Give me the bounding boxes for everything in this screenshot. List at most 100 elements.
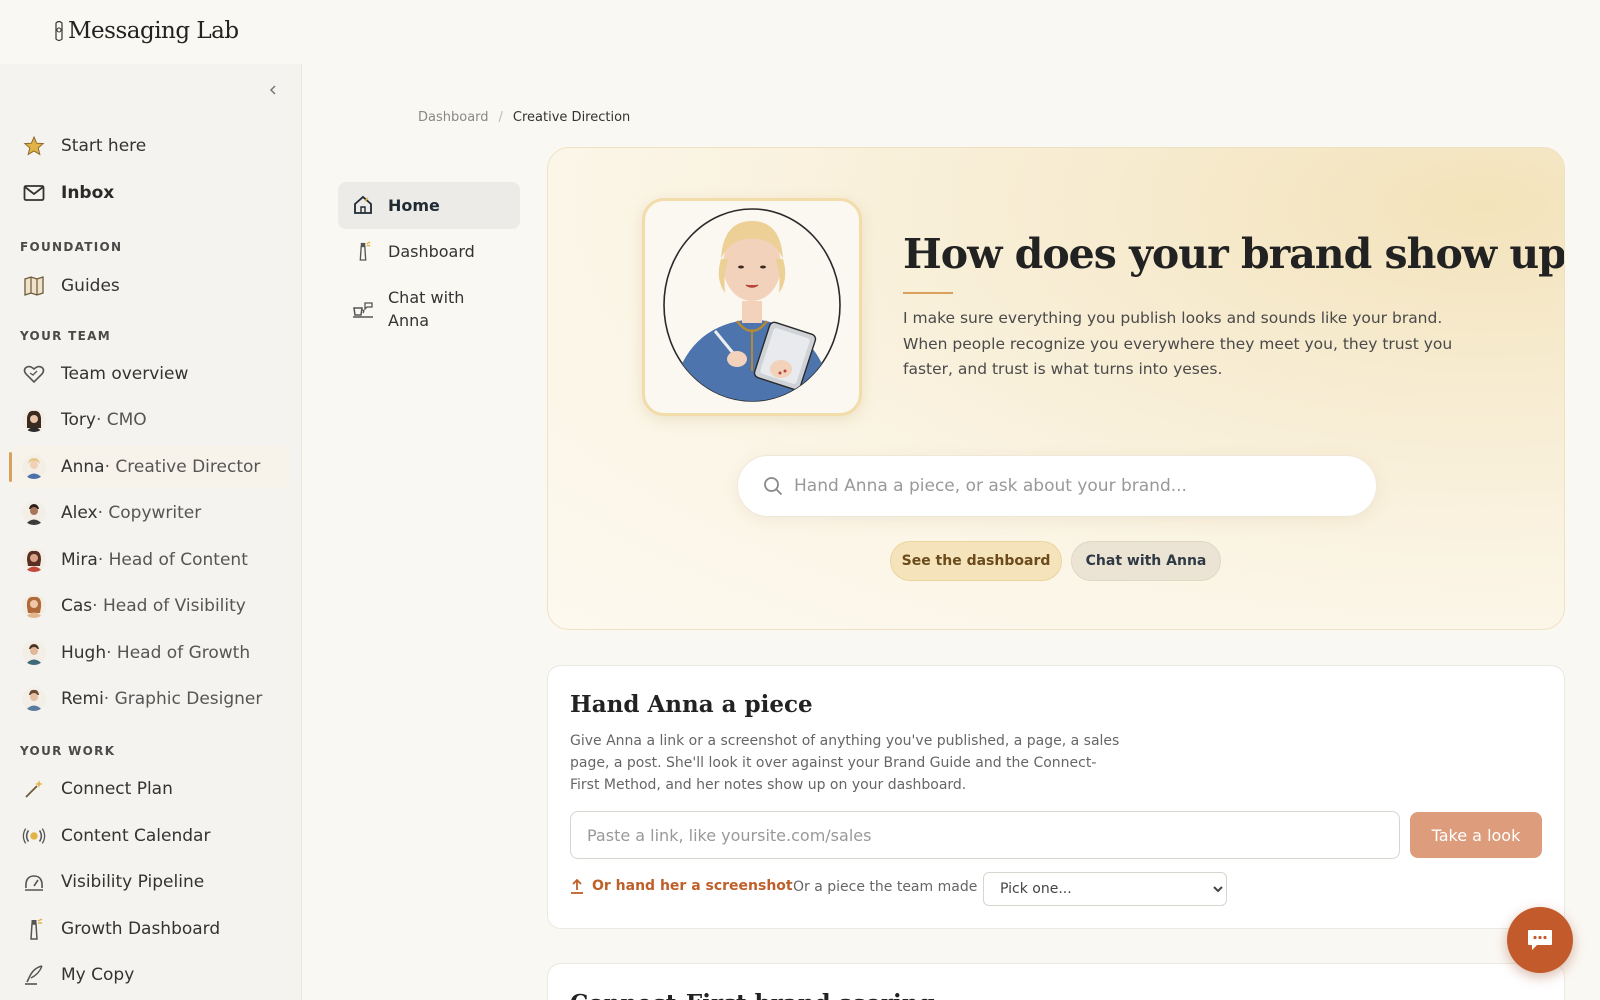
alex-avatar	[22, 501, 46, 525]
sidebar-item-label: Guides	[61, 276, 120, 296]
upload-screenshot-link[interactable]: Or hand her a screenshot	[570, 878, 793, 894]
link-input[interactable]	[570, 811, 1400, 859]
subnav-item-home[interactable]: Home	[338, 182, 520, 229]
sidebar-item-role: · CMO	[95, 410, 147, 430]
collapse-sidebar-button[interactable]	[265, 84, 281, 100]
see-dashboard-button[interactable]: See the dashboard	[890, 541, 1062, 581]
sidebar-item-role: · Copywriter	[97, 503, 202, 523]
sidebar-item-role: · Head of Visibility	[92, 596, 246, 616]
house-icon	[352, 194, 374, 216]
sidebar-item-label: Team overview	[61, 364, 189, 384]
chat-with-anna-button[interactable]: Chat with Anna	[1071, 541, 1221, 581]
sidebar-item-my-copy[interactable]: My Copy	[10, 954, 290, 996]
sidebar-item-name: Hugh	[61, 643, 107, 663]
sidebar-item-label: Connect Plan	[61, 779, 173, 799]
app-title: Messaging Lab	[68, 18, 239, 44]
sidebar-item-hugh[interactable]: Hugh · Head of Growth	[10, 632, 290, 674]
sidebar-item-name: Mira	[61, 550, 98, 570]
logo-mark-icon	[55, 20, 63, 42]
envelope-icon	[22, 181, 46, 205]
broadcast-icon	[22, 824, 46, 848]
hugh-avatar	[22, 641, 46, 665]
subnav-item-dashboard[interactable]: Dashboard	[338, 228, 520, 275]
star-icon	[22, 134, 46, 158]
card-description: Give Anna a link or a screenshot of anyt…	[570, 733, 1120, 793]
sidebar-item-team-overview[interactable]: Team overview	[10, 353, 290, 395]
sparkle-wand-icon	[22, 777, 46, 801]
sidebar-item-remi[interactable]: Remi · Graphic Designer	[10, 678, 290, 720]
section-header-foundation: FOUNDATION	[20, 240, 123, 254]
sidebar-item-label: Visibility Pipeline	[61, 872, 205, 892]
subnav-item-chat-with-anna[interactable]: Chat with Anna	[338, 274, 520, 344]
sidebar-item-name: Tory	[61, 410, 96, 430]
sidebar-item-content-calendar[interactable]: Content Calendar	[10, 815, 290, 857]
sidebar-item-inbox[interactable]: Inbox	[10, 172, 290, 214]
section-header-your-team: YOUR TEAM	[20, 329, 111, 343]
subnav-item-label: Home	[388, 196, 440, 215]
breadcrumb-separator: /	[498, 110, 503, 125]
ask-anna-search[interactable]	[737, 455, 1377, 517]
tory-avatar	[22, 408, 46, 432]
hero-card: How does your brand show up? I make sure…	[547, 147, 1565, 630]
sidebar-item-visibility-pipeline[interactable]: Visibility Pipeline	[10, 861, 290, 903]
remi-avatar	[22, 687, 46, 711]
sidebar-item-label: Inbox	[61, 183, 115, 203]
section-header-your-work: YOUR WORK	[20, 744, 116, 758]
sidebar-item-role: · Creative Director	[104, 457, 261, 477]
coffee-chat-icon	[352, 298, 374, 320]
breadcrumb: Dashboard / Creative Direction	[418, 110, 630, 125]
sidebar-item-name: Anna	[61, 457, 105, 477]
lighthouse-icon	[352, 240, 374, 262]
anna-portrait	[642, 198, 862, 416]
sidebar-item-name: Remi	[61, 689, 104, 709]
sidebar-item-label: Growth Dashboard	[61, 919, 221, 939]
next-card-title: Connect-First brand scoring	[570, 990, 935, 1000]
breadcrumb-link-dashboard[interactable]: Dashboard	[418, 110, 489, 125]
sidebar: Start here Inbox FOUNDATION Guides YOUR …	[0, 64, 302, 1000]
breadcrumb-current: Creative Direction	[512, 110, 631, 125]
search-input[interactable]	[794, 476, 1354, 496]
sidebar-item-guides[interactable]: Guides	[10, 265, 290, 307]
gauge-icon	[22, 870, 46, 894]
sidebar-item-name: Cas	[61, 596, 93, 616]
hand-piece-card: Hand Anna a piece Give Anna a link or a …	[547, 665, 1565, 929]
chat-bubble-icon	[1528, 930, 1552, 950]
chat-fab-button[interactable]	[1507, 907, 1573, 973]
sidebar-item-name: Alex	[61, 503, 98, 523]
card-title: Hand Anna a piece	[570, 691, 813, 718]
mira-avatar	[22, 548, 46, 572]
sidebar-item-growth-dashboard[interactable]: Growth Dashboard	[10, 908, 290, 950]
sidebar-item-role: · Head of Growth	[106, 643, 251, 663]
sidebar-item-alex[interactable]: Alex · Copywriter	[10, 492, 290, 534]
quill-icon	[22, 963, 46, 987]
map-icon	[22, 274, 46, 298]
hero-divider	[903, 292, 953, 294]
app-logo[interactable]: Messaging Lab	[52, 18, 239, 44]
team-piece-select[interactable]: Pick one...	[983, 872, 1227, 906]
subnav-item-label: Dashboard	[388, 242, 475, 261]
anna-avatar	[22, 455, 46, 479]
heart-outline-icon	[22, 362, 46, 386]
lighthouse-icon	[22, 917, 46, 941]
search-icon	[764, 477, 783, 496]
take-a-look-button[interactable]: Take a look	[1410, 812, 1542, 858]
sidebar-item-mira[interactable]: Mira · Head of Content	[10, 539, 290, 581]
team-piece-label: Or a piece the team made	[793, 879, 978, 895]
upload-screenshot-label: Or hand her a screenshot	[592, 878, 793, 894]
hero-title: How does your brand show up?	[903, 230, 1565, 278]
sidebar-item-role: · Head of Content	[97, 550, 248, 570]
sidebar-item-start-here[interactable]: Start here	[10, 125, 290, 167]
sidebar-item-role: · Graphic Designer	[103, 689, 263, 709]
sidebar-item-label: My Copy	[61, 965, 135, 985]
sidebar-item-connect-plan[interactable]: Connect Plan	[10, 768, 290, 810]
subnav-item-label: Chat with Anna	[388, 288, 465, 330]
sidebar-item-tory[interactable]: Tory · CMO	[10, 399, 290, 441]
top-bar: Messaging Lab	[0, 0, 1600, 64]
upload-icon	[571, 878, 583, 894]
sidebar-item-cas[interactable]: Cas · Head of Visibility	[10, 585, 290, 627]
sidebar-item-anna[interactable]: Anna · Creative Director	[9, 446, 290, 488]
chevron-left-icon	[269, 85, 276, 95]
cas-avatar	[22, 594, 46, 618]
hero-description: I make sure everything you publish looks…	[903, 309, 1453, 378]
sidebar-item-label: Start here	[61, 136, 147, 156]
